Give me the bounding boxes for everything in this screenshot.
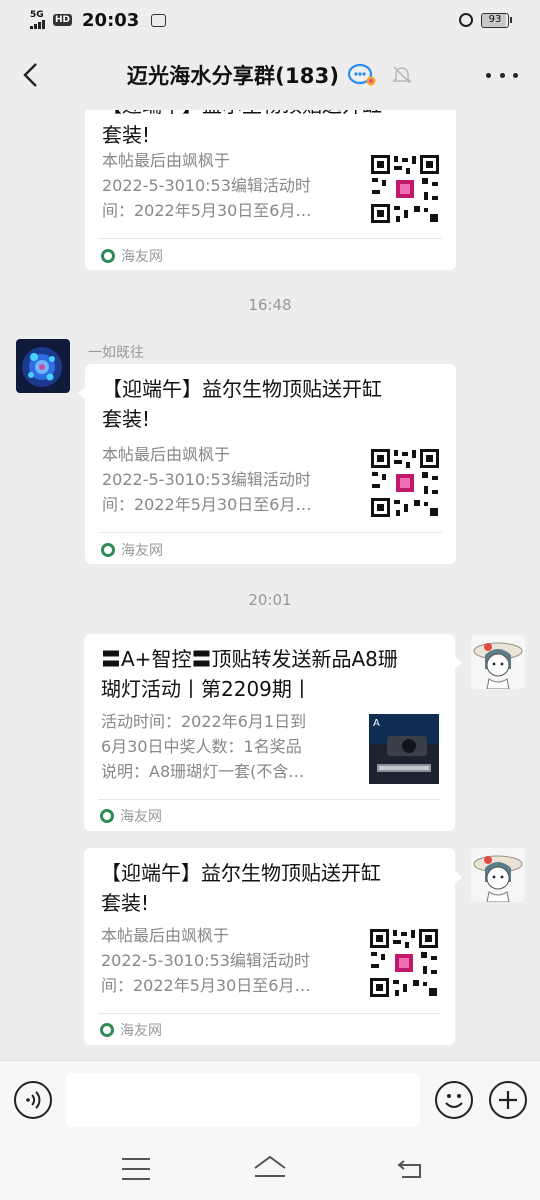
sender-name: 一如既往 bbox=[88, 345, 144, 361]
chat-title: 迈光海水分享群(183) bbox=[126, 64, 340, 88]
card-title: 〓A+智控〓顶贴转发送新品A8珊 瑚灯活动丨第2209期丨 bbox=[101, 647, 398, 701]
source-logo-icon bbox=[100, 1023, 114, 1037]
battery-icon: 93 bbox=[481, 12, 512, 28]
card-source: 海友网 bbox=[100, 1020, 162, 1040]
qr-code-thumbnail bbox=[369, 928, 439, 998]
avatar[interactable] bbox=[471, 848, 525, 902]
plus-icon bbox=[499, 1091, 517, 1109]
product-thumbnail: A bbox=[369, 714, 439, 784]
plus-button[interactable] bbox=[489, 1081, 527, 1119]
qr-code-thumbnail bbox=[370, 154, 440, 224]
card-description: 本帖最后由飒枫于 2022-5-3010:53编辑活动时 间：2022年5月30… bbox=[101, 926, 311, 995]
cartoon-girl-avatar bbox=[471, 848, 525, 902]
card-title: 【迎端午】益尔生物顶贴送开缸 套装! bbox=[102, 110, 382, 147]
svg-text:A: A bbox=[373, 718, 380, 729]
card-description: 活动时间：2022年6月1日到 6月30日中奖人数：1名奖品 说明：A8珊瑚灯一… bbox=[101, 712, 307, 781]
card-title: 【迎端午】益尔生物顶贴送开缸 套装! bbox=[102, 377, 382, 431]
battery-level: 93 bbox=[481, 12, 509, 28]
hd-badge: HD bbox=[53, 14, 73, 26]
card-source: 海友网 bbox=[101, 540, 163, 560]
notification-icon bbox=[151, 13, 167, 27]
card-source: 海友网 bbox=[101, 246, 163, 266]
source-logo-icon bbox=[100, 809, 114, 823]
card-description: 本帖最后由飒枫于 2022-5-3010:53编辑活动时 间：2022年5月30… bbox=[102, 445, 312, 514]
link-card[interactable]: 【迎端午】益尔生物顶贴送开缸 套装! 本帖最后由飒枫于 2022-5-3010:… bbox=[78, 364, 456, 564]
link-card[interactable]: 〓A+智控〓顶贴转发送新品A8珊 瑚灯活动丨第2209期丨 活动时间：2022年… bbox=[84, 634, 462, 831]
link-card[interactable]: 【迎端午】益尔生物顶贴送开缸 套装! 本帖最后由飒枫于 2022-5-3010:… bbox=[84, 848, 462, 1045]
status-time: 20:03 bbox=[82, 9, 140, 31]
group-chat-icon bbox=[348, 63, 376, 86]
avatar[interactable] bbox=[471, 635, 525, 689]
voice-button[interactable] bbox=[14, 1081, 52, 1119]
network-type: 5G bbox=[30, 10, 44, 20]
card-source: 海友网 bbox=[100, 806, 162, 826]
voice-icon bbox=[26, 1091, 41, 1109]
chat-header: 迈光海水分享群(183) bbox=[0, 40, 540, 110]
recent-apps-button[interactable] bbox=[122, 1158, 150, 1180]
signal-icon: 5G bbox=[30, 11, 45, 29]
avatar[interactable] bbox=[16, 339, 70, 393]
timestamp: 20:01 bbox=[248, 591, 292, 609]
source-logo-icon bbox=[101, 543, 115, 557]
message-input[interactable] bbox=[66, 1073, 420, 1127]
bell-off-icon bbox=[392, 66, 413, 84]
emoji-button[interactable] bbox=[435, 1081, 473, 1119]
cartoon-girl-avatar bbox=[471, 635, 525, 689]
home-icon[interactable] bbox=[252, 1154, 288, 1180]
message-list[interactable]: 【迎端午】益尔生物顶贴送开缸 套装! 本帖最后由飒枫于 2022-5-3010:… bbox=[0, 110, 540, 1060]
card-description: 本帖最后由飒枫于 2022-5-3010:53编辑活动时 间：2022年5月30… bbox=[102, 151, 312, 220]
card-title: 【迎端午】益尔生物顶贴送开缸 套装! bbox=[101, 861, 381, 915]
timestamp: 16:48 bbox=[248, 296, 292, 314]
system-nav-bar bbox=[0, 1140, 540, 1200]
more-button[interactable] bbox=[486, 60, 518, 90]
source-logo-icon bbox=[101, 249, 115, 263]
input-bar bbox=[0, 1060, 540, 1140]
alarm-icon bbox=[459, 13, 473, 27]
anemone-photo bbox=[16, 339, 70, 393]
back-nav-icon[interactable] bbox=[396, 1156, 426, 1182]
status-bar: 5G HD 20:03 93 bbox=[0, 0, 540, 40]
link-card[interactable]: 【迎端午】益尔生物顶贴送开缸 套装! 本帖最后由飒枫于 2022-5-3010:… bbox=[85, 110, 456, 270]
more-dots-icon bbox=[486, 72, 491, 78]
qr-code-thumbnail bbox=[370, 448, 440, 518]
emoji-icon bbox=[445, 1094, 463, 1108]
